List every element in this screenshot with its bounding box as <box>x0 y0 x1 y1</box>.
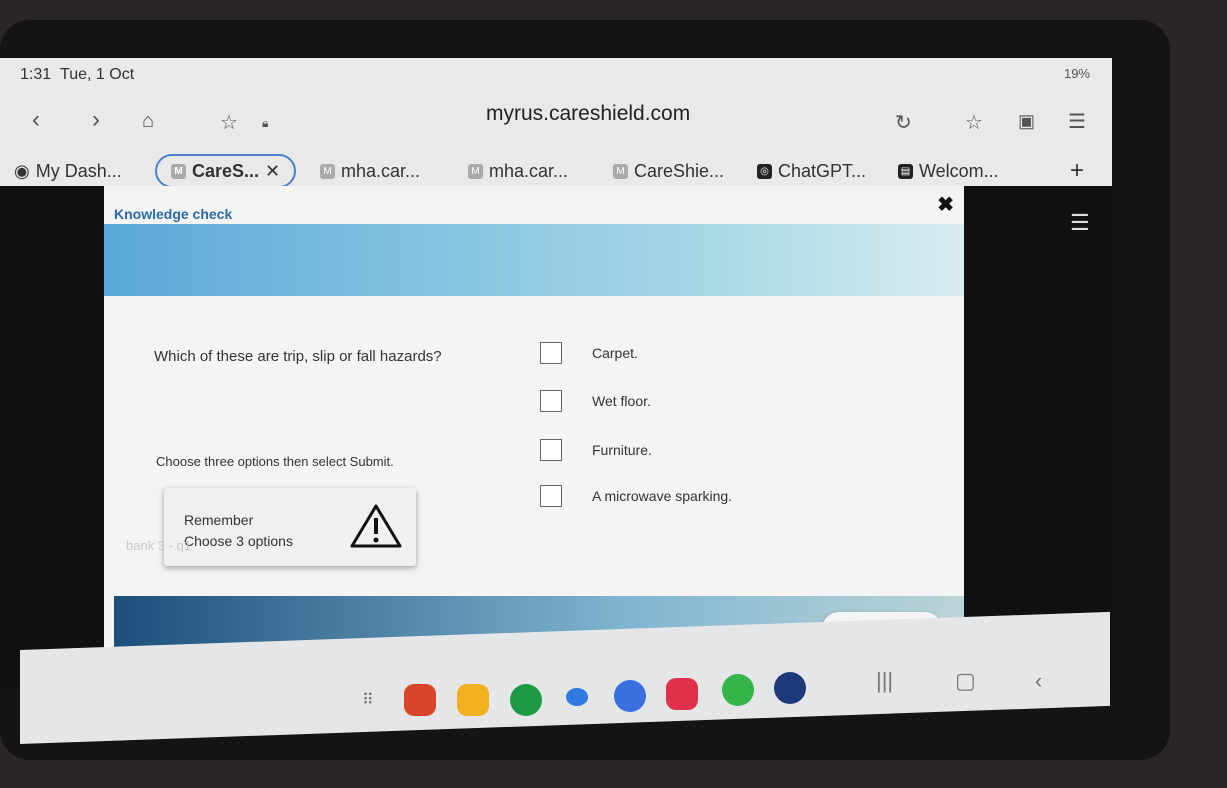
back-nav-icon[interactable]: ‹ <box>1035 668 1042 694</box>
option-microwave[interactable]: A microwave sparking. <box>540 485 732 507</box>
header-banner <box>104 224 964 296</box>
instruction-text: Choose three options then select Submit. <box>156 454 394 469</box>
checkbox[interactable] <box>540 390 562 412</box>
address-bar[interactable]: myrus.careshield.com <box>486 102 690 126</box>
hamburger-menu-icon[interactable]: ☰ <box>1070 210 1090 236</box>
web-page: Knowledge check ✖ Which of these are tri… <box>0 186 1112 688</box>
question-id: bank 3 - q1 <box>126 538 192 553</box>
tablet-screen: 1:31 Tue, 1 Oct 19% ‹ › ⌂ ☆ 🔒︎ ↻ ☆ ▣ ☰ m… <box>0 58 1112 688</box>
messages-app-icon[interactable] <box>566 688 588 706</box>
tab[interactable]: Mmha.car... <box>468 154 568 188</box>
tab[interactable]: Mmha.car... <box>320 154 420 188</box>
back-icon[interactable]: ‹ <box>32 106 40 134</box>
favicon-icon: M <box>613 163 628 179</box>
recents-icon[interactable]: ||| <box>876 668 893 694</box>
internet-app-icon[interactable] <box>614 680 646 712</box>
warning-icon <box>350 504 402 548</box>
date: Tue, 1 Oct <box>60 66 135 83</box>
new-tab-button[interactable]: + <box>1070 154 1084 188</box>
tab-strip: ◉ My Dash... M CareS... ✕ Mmha.car... Mmha.… <box>0 152 1112 188</box>
whatsapp-app-icon[interactable] <box>722 674 754 706</box>
menu-icon[interactable]: ☰ <box>1068 109 1086 134</box>
favicon-icon: M <box>320 163 335 179</box>
tab-active[interactable]: M CareS... ✕ <box>155 154 297 188</box>
settings-app-icon[interactable] <box>774 672 806 704</box>
option-label: Wet floor. <box>592 393 651 409</box>
option-carpet[interactable]: Carpet. <box>540 342 638 364</box>
favicon-icon: M <box>171 163 186 179</box>
option-furniture[interactable]: Furniture. <box>540 439 652 461</box>
close-tab-icon[interactable]: ✕ <box>265 161 280 182</box>
favicon-icon: M <box>468 163 483 179</box>
notes-app-icon[interactable] <box>404 684 436 716</box>
favicon-icon: ▤ <box>898 163 913 179</box>
tab[interactable]: ◉ My Dash... <box>14 154 122 188</box>
globe-icon: ◉ <box>14 160 30 181</box>
option-label: A microwave sparking. <box>592 488 733 504</box>
bookmarks-icon[interactable]: ☆ <box>965 110 983 135</box>
phone-app-icon[interactable] <box>510 684 542 716</box>
tab-label: mha.car... <box>489 160 569 181</box>
status-bar: 1:31 Tue, 1 Oct <box>20 66 134 84</box>
tab-label: My Dash... <box>35 160 122 181</box>
tab-label: mha.car... <box>341 160 421 181</box>
tab[interactable]: ◎ ChatGPT... <box>757 154 866 188</box>
checkbox[interactable] <box>540 439 562 461</box>
quiz-card: Knowledge check ✖ Which of these are tri… <box>104 186 964 656</box>
reload-icon[interactable]: ↻ <box>895 110 912 135</box>
checkbox[interactable] <box>540 485 562 507</box>
tab[interactable]: ▤ Welcom... <box>898 154 999 188</box>
home-nav-icon[interactable]: ▢ <box>955 668 976 694</box>
question-text: Which of these are trip, slip or fall ha… <box>154 348 442 365</box>
tab-label: Welcom... <box>919 160 999 181</box>
tabs-icon[interactable]: ▣ <box>1018 111 1035 132</box>
forward-icon[interactable]: › <box>92 106 100 134</box>
tab-label: CareShie... <box>634 160 725 181</box>
tab[interactable]: M CareShie... <box>613 154 724 188</box>
tab-label: CareS... <box>192 160 260 181</box>
close-icon[interactable]: ✖ <box>937 192 954 217</box>
battery: 19% <box>1063 66 1090 81</box>
reminder-box: Remember Choose 3 options <box>164 488 416 566</box>
option-wet-floor[interactable]: Wet floor. <box>540 390 651 412</box>
bookmark-star-icon[interactable]: ☆ <box>220 110 238 135</box>
option-label: Furniture. <box>592 442 652 458</box>
checkbox[interactable] <box>540 342 562 364</box>
camera-app-icon[interactable] <box>666 678 698 710</box>
files-app-icon[interactable] <box>457 684 489 716</box>
apps-grid-icon[interactable]: ⠿ <box>362 690 374 710</box>
home-icon[interactable]: ⌂ <box>142 110 154 133</box>
lock-icon: 🔒︎ <box>262 116 269 130</box>
option-label: Carpet. <box>592 345 638 361</box>
tab-label: ChatGPT... <box>778 160 867 181</box>
time: 1:31 <box>20 66 52 83</box>
chatgpt-icon: ◎ <box>757 163 772 179</box>
quiz-header: Knowledge check <box>114 206 233 222</box>
